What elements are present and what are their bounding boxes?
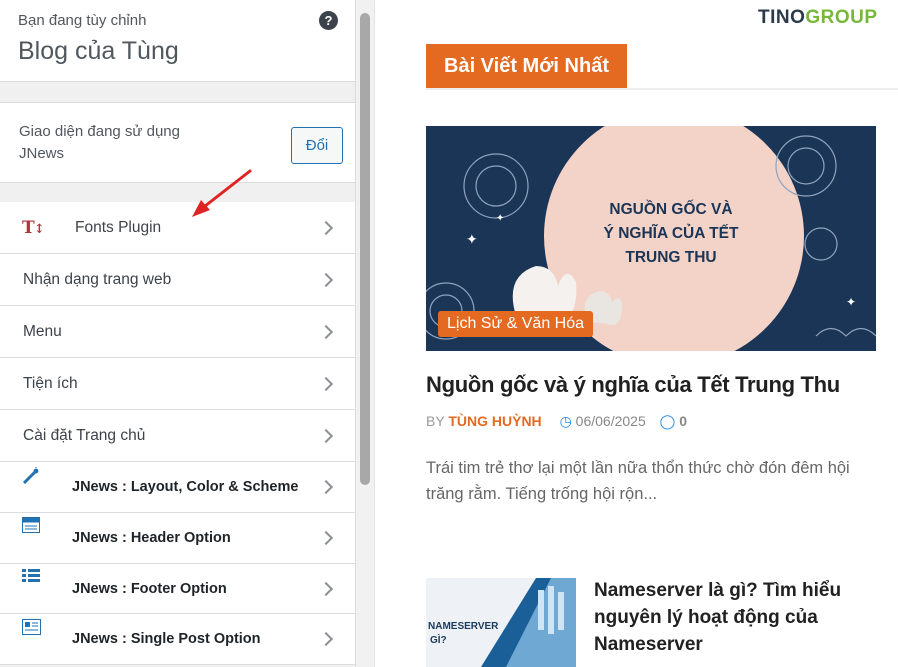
- image-text-line-1: NGUỒN GỐC VÀ: [609, 201, 733, 218]
- comment-icon: ◯: [659, 413, 676, 429]
- image-text-line-3: TRUNG THU: [625, 249, 717, 266]
- active-theme-label: Giao diện đang sử dụng: [19, 123, 180, 140]
- sidebar-item-label: JNews : Layout, Color & Scheme: [72, 479, 299, 495]
- section-title: Bài Viết Mới Nhất: [426, 44, 627, 88]
- post-date: ◷ 06/06/2025: [560, 413, 646, 429]
- chevron-right-icon: [318, 324, 334, 339]
- active-theme-name: JNews: [19, 145, 65, 162]
- chevron-right-icon: [318, 220, 334, 235]
- customizing-label: Bạn đang tùy chỉnh: [18, 12, 147, 29]
- sidebar-item-jnews-header[interactable]: JNews : Header Option: [0, 513, 355, 564]
- sidebar-item-label: JNews : Single Post Option: [72, 631, 261, 647]
- active-theme-panel: Giao diện đang sử dụng JNews Đổi: [0, 102, 355, 183]
- thumb-text-line-1: NAMESERVER: [428, 621, 499, 632]
- chevron-right-icon: [318, 272, 334, 287]
- site-preview: TINOGROUP Bài Viết Mới Nhất ✦ ✦ ✦ NGUỒN: [376, 0, 898, 667]
- magic-wand-icon: [22, 467, 40, 490]
- list-layout-icon: [22, 568, 40, 589]
- chevron-right-icon: [318, 376, 334, 391]
- customizer-header: Bạn đang tùy chỉnh Blog của Tùng ?: [0, 0, 355, 82]
- thumbnail-caption: NAMESERVER GÌ?: [428, 620, 498, 648]
- sidebar-item-label: Nhận dạng trang web: [23, 270, 172, 288]
- post-title-2[interactable]: Nameserver là gì? Tìm hiểu nguyên lý hoạ…: [594, 577, 864, 658]
- svg-text:✦: ✦: [846, 295, 856, 309]
- logo-part-2: GROUP: [805, 7, 878, 28]
- sidebar-item-label: Cài đặt Trang chủ: [23, 426, 146, 444]
- comment-count-value: 0: [679, 413, 687, 429]
- site-logo[interactable]: TINOGROUP: [758, 7, 878, 29]
- change-theme-button[interactable]: Đổi: [291, 127, 343, 164]
- sidebar-item-label: Tiện ích: [23, 374, 78, 392]
- post-date-value: 06/06/2025: [575, 413, 646, 429]
- by-label: BY: [426, 413, 445, 429]
- clock-icon: ◷: [559, 413, 572, 429]
- sidebar-item-label: JNews : Header Option: [72, 530, 231, 546]
- image-text-line-2: Ý NGHĨA CỦA TẾT: [603, 225, 739, 242]
- post-excerpt: Trái tim trẻ thơ lại một lần nữa thổn th…: [426, 459, 850, 503]
- sidebar-item-menu[interactable]: Menu: [0, 306, 355, 358]
- chevron-right-icon: [318, 581, 334, 596]
- chevron-right-icon: [318, 530, 334, 546]
- post-author[interactable]: TÙNG HUỲNH: [448, 413, 541, 429]
- category-badge[interactable]: Lịch Sử & Văn Hóa: [438, 311, 594, 337]
- sidebar-item-label: Fonts Plugin: [75, 218, 162, 236]
- post-meta: BY TÙNG HUỲNH ◷ 06/06/2025 ◯ 0: [426, 413, 687, 430]
- sidebar-item-label: JNews : Footer Option: [72, 580, 227, 597]
- post-title[interactable]: Nguồn gốc và ý nghĩa của Tết Trung Thu: [426, 372, 876, 398]
- post-thumbnail[interactable]: NAMESERVER GÌ?: [426, 578, 576, 667]
- sidebar-item-homepage-settings[interactable]: Cài đặt Trang chủ: [0, 410, 355, 462]
- font-size-icon: T ↕: [22, 217, 46, 242]
- sidebar-item-jnews-footer[interactable]: JNews : Footer Option: [0, 564, 355, 614]
- sidebar-item-jnews-layout[interactable]: JNews : Layout, Color & Scheme: [0, 462, 355, 513]
- site-title: Blog của Tùng: [18, 37, 179, 65]
- annotation-arrow: [192, 169, 252, 217]
- chevron-right-icon: [318, 631, 334, 647]
- customizer-menu: T ↕ Fonts Plugin Nhận dạng trang web Menu…: [0, 202, 355, 665]
- chevron-right-icon: [318, 479, 334, 495]
- sidebar-item-jnews-single-post[interactable]: JNews : Single Post Option: [0, 614, 355, 665]
- sidebar-scrollbar-thumb[interactable]: [360, 13, 370, 485]
- active-theme-text: Giao diện đang sử dụng JNews: [19, 121, 180, 165]
- sidebar-item-site-identity[interactable]: Nhận dạng trang web: [0, 254, 355, 306]
- thumb-text-line-2: GÌ?: [430, 635, 447, 646]
- help-icon[interactable]: ?: [319, 11, 338, 30]
- customizer-sidebar: Bạn đang tùy chỉnh Blog của Tùng ? Giao …: [0, 0, 356, 667]
- logo-part-1: TINO: [758, 7, 806, 28]
- header-layout-icon: [22, 517, 40, 538]
- single-post-icon: [22, 619, 41, 640]
- comment-count[interactable]: ◯ 0: [660, 413, 687, 429]
- svg-text:↕: ↕: [34, 222, 45, 237]
- sidebar-item-label: Menu: [23, 322, 62, 340]
- chevron-right-icon: [318, 428, 334, 443]
- featured-image[interactable]: ✦ ✦ ✦ NGUỒN GỐC VÀ Ý NGHĨA CỦA TẾT TRUNG…: [426, 126, 876, 351]
- svg-text:✦: ✦: [466, 231, 478, 247]
- section-divider: [426, 88, 898, 90]
- sidebar-item-fonts-plugin[interactable]: T ↕ Fonts Plugin: [0, 202, 355, 254]
- svg-text:✦: ✦: [496, 213, 504, 224]
- featured-image-caption: NGUỒN GỐC VÀ Ý NGHĨA CỦA TẾT TRUNG THU: [546, 198, 796, 270]
- sidebar-item-widgets[interactable]: Tiện ích: [0, 358, 355, 410]
